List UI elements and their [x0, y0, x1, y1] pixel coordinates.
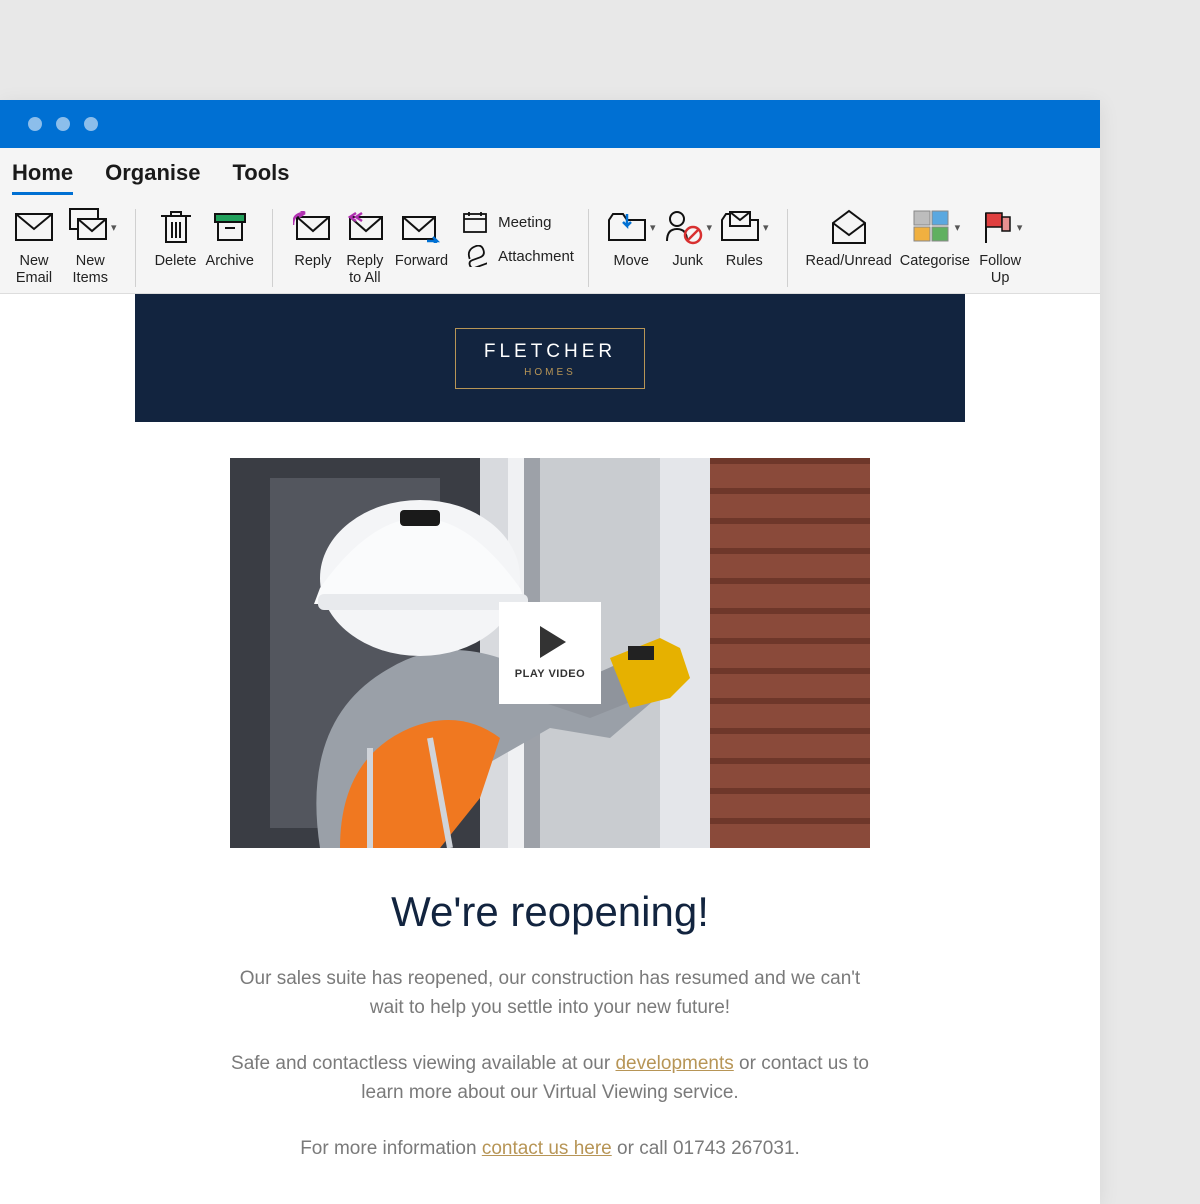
divider [787, 209, 788, 287]
paperclip-icon [462, 245, 488, 267]
email-paragraph-1: Our sales suite has reopened, our constr… [230, 964, 870, 1023]
ribbon-group-tags: Read/Unread ▾ Categorise ▾ [802, 205, 1027, 286]
reply-all-button[interactable]: Replyto All [339, 205, 391, 286]
para3-pre: For more information [300, 1138, 482, 1159]
forward-label: Forward [395, 253, 448, 270]
chevron-down-icon: ▾ [1017, 222, 1023, 235]
forward-button[interactable]: Forward [391, 205, 452, 270]
new-items-label: NewItems [73, 253, 108, 286]
ribbon-tabs: Home Organise Tools [0, 148, 1100, 195]
brand-logo: FLETCHER HOMES [455, 328, 645, 389]
new-items-icon: ▾ [64, 205, 117, 249]
calendar-icon [462, 211, 488, 233]
contact-us-link[interactable]: contact us here [482, 1138, 612, 1159]
ribbon-group-respond: Reply Replyto All Forward Meet [287, 205, 574, 286]
titlebar [0, 100, 1100, 148]
traffic-light-close[interactable] [28, 117, 42, 131]
follow-up-button[interactable]: ▾ FollowUp [974, 205, 1027, 286]
play-icon [540, 626, 566, 658]
brand-subname: HOMES [484, 367, 616, 378]
rules-label: Rules [726, 253, 763, 270]
divider [272, 209, 273, 287]
move-folder-icon: ▾ [607, 205, 656, 249]
envelope-icon [15, 205, 53, 249]
brand-header: FLETCHER HOMES [135, 294, 965, 422]
email-headline: We're reopening! [135, 888, 965, 936]
categorise-button[interactable]: ▾ Categorise [896, 205, 974, 270]
reply-icon [293, 205, 333, 249]
attachment-label: Attachment [498, 248, 574, 265]
brand-name: FLETCHER [484, 341, 616, 363]
reply-button[interactable]: Reply [287, 205, 339, 270]
traffic-light-max[interactable] [84, 117, 98, 131]
reply-label: Reply [294, 253, 331, 270]
trash-icon [159, 205, 193, 249]
hero-image: PLAY VIDEO [230, 458, 870, 848]
chevron-down-icon: ▾ [763, 222, 769, 235]
email-paragraph-3: For more information contact us here or … [230, 1134, 870, 1163]
archive-label: Archive [206, 253, 254, 270]
attachment-button[interactable]: Attachment [462, 245, 574, 267]
ribbon: NewEmail ▾ NewItems [0, 195, 1100, 294]
divider [588, 209, 589, 287]
message-body: FLETCHER HOMES [0, 294, 1100, 1204]
open-envelope-icon [829, 205, 869, 249]
categorise-label: Categorise [900, 253, 970, 270]
chevron-down-icon: ▾ [955, 222, 961, 235]
chevron-down-icon: ▾ [706, 222, 712, 235]
rules-icon: ▾ [720, 205, 769, 249]
categories-icon: ▾ [910, 205, 961, 249]
move-button[interactable]: ▾ Move [603, 205, 660, 270]
ribbon-group-new: NewEmail ▾ NewItems [8, 205, 121, 286]
respond-stack: Meeting Attachment [462, 211, 574, 267]
read-unread-label: Read/Unread [806, 253, 892, 270]
follow-up-label: FollowUp [979, 253, 1021, 286]
divider [135, 209, 136, 287]
reply-all-label: Replyto All [346, 253, 383, 286]
meeting-label: Meeting [498, 214, 551, 231]
email-paragraph-2: Safe and contactless viewing available a… [230, 1049, 870, 1108]
read-unread-button[interactable]: Read/Unread [802, 205, 896, 270]
tab-tools[interactable]: Tools [233, 160, 290, 195]
chevron-down-icon: ▾ [650, 222, 656, 235]
new-email-label: NewEmail [16, 253, 52, 286]
flag-icon: ▾ [978, 205, 1023, 249]
new-items-button[interactable]: ▾ NewItems [60, 205, 121, 286]
meeting-button[interactable]: Meeting [462, 211, 574, 233]
ribbon-group-move: ▾ Move ▾ Junk ▾ Rules [603, 205, 773, 270]
archive-button[interactable]: Archive [202, 205, 258, 270]
junk-label: Junk [672, 253, 703, 270]
delete-button[interactable]: Delete [150, 205, 202, 270]
play-video-button[interactable]: PLAY VIDEO [499, 602, 601, 704]
ribbon-group-delete: Delete Archive [150, 205, 258, 270]
play-video-label: PLAY VIDEO [515, 668, 585, 680]
rules-button[interactable]: ▾ Rules [716, 205, 773, 270]
traffic-light-min[interactable] [56, 117, 70, 131]
chevron-down-icon: ▾ [111, 222, 117, 235]
move-label: Move [613, 253, 648, 270]
tab-home[interactable]: Home [12, 160, 73, 195]
junk-button[interactable]: ▾ Junk [659, 205, 716, 270]
app-window: Home Organise Tools NewEmail ▾ [0, 100, 1100, 1204]
new-email-button[interactable]: NewEmail [8, 205, 60, 286]
reply-all-icon [344, 205, 386, 249]
archive-icon [213, 205, 247, 249]
para3-post: or call 01743 267031. [612, 1138, 800, 1159]
delete-label: Delete [155, 253, 197, 270]
forward-icon [401, 205, 441, 249]
para2-pre: Safe and contactless viewing available a… [231, 1053, 615, 1074]
tab-organise[interactable]: Organise [105, 160, 200, 195]
junk-icon: ▾ [663, 205, 712, 249]
email-content: FLETCHER HOMES [135, 294, 965, 1163]
developments-link[interactable]: developments [615, 1053, 733, 1074]
